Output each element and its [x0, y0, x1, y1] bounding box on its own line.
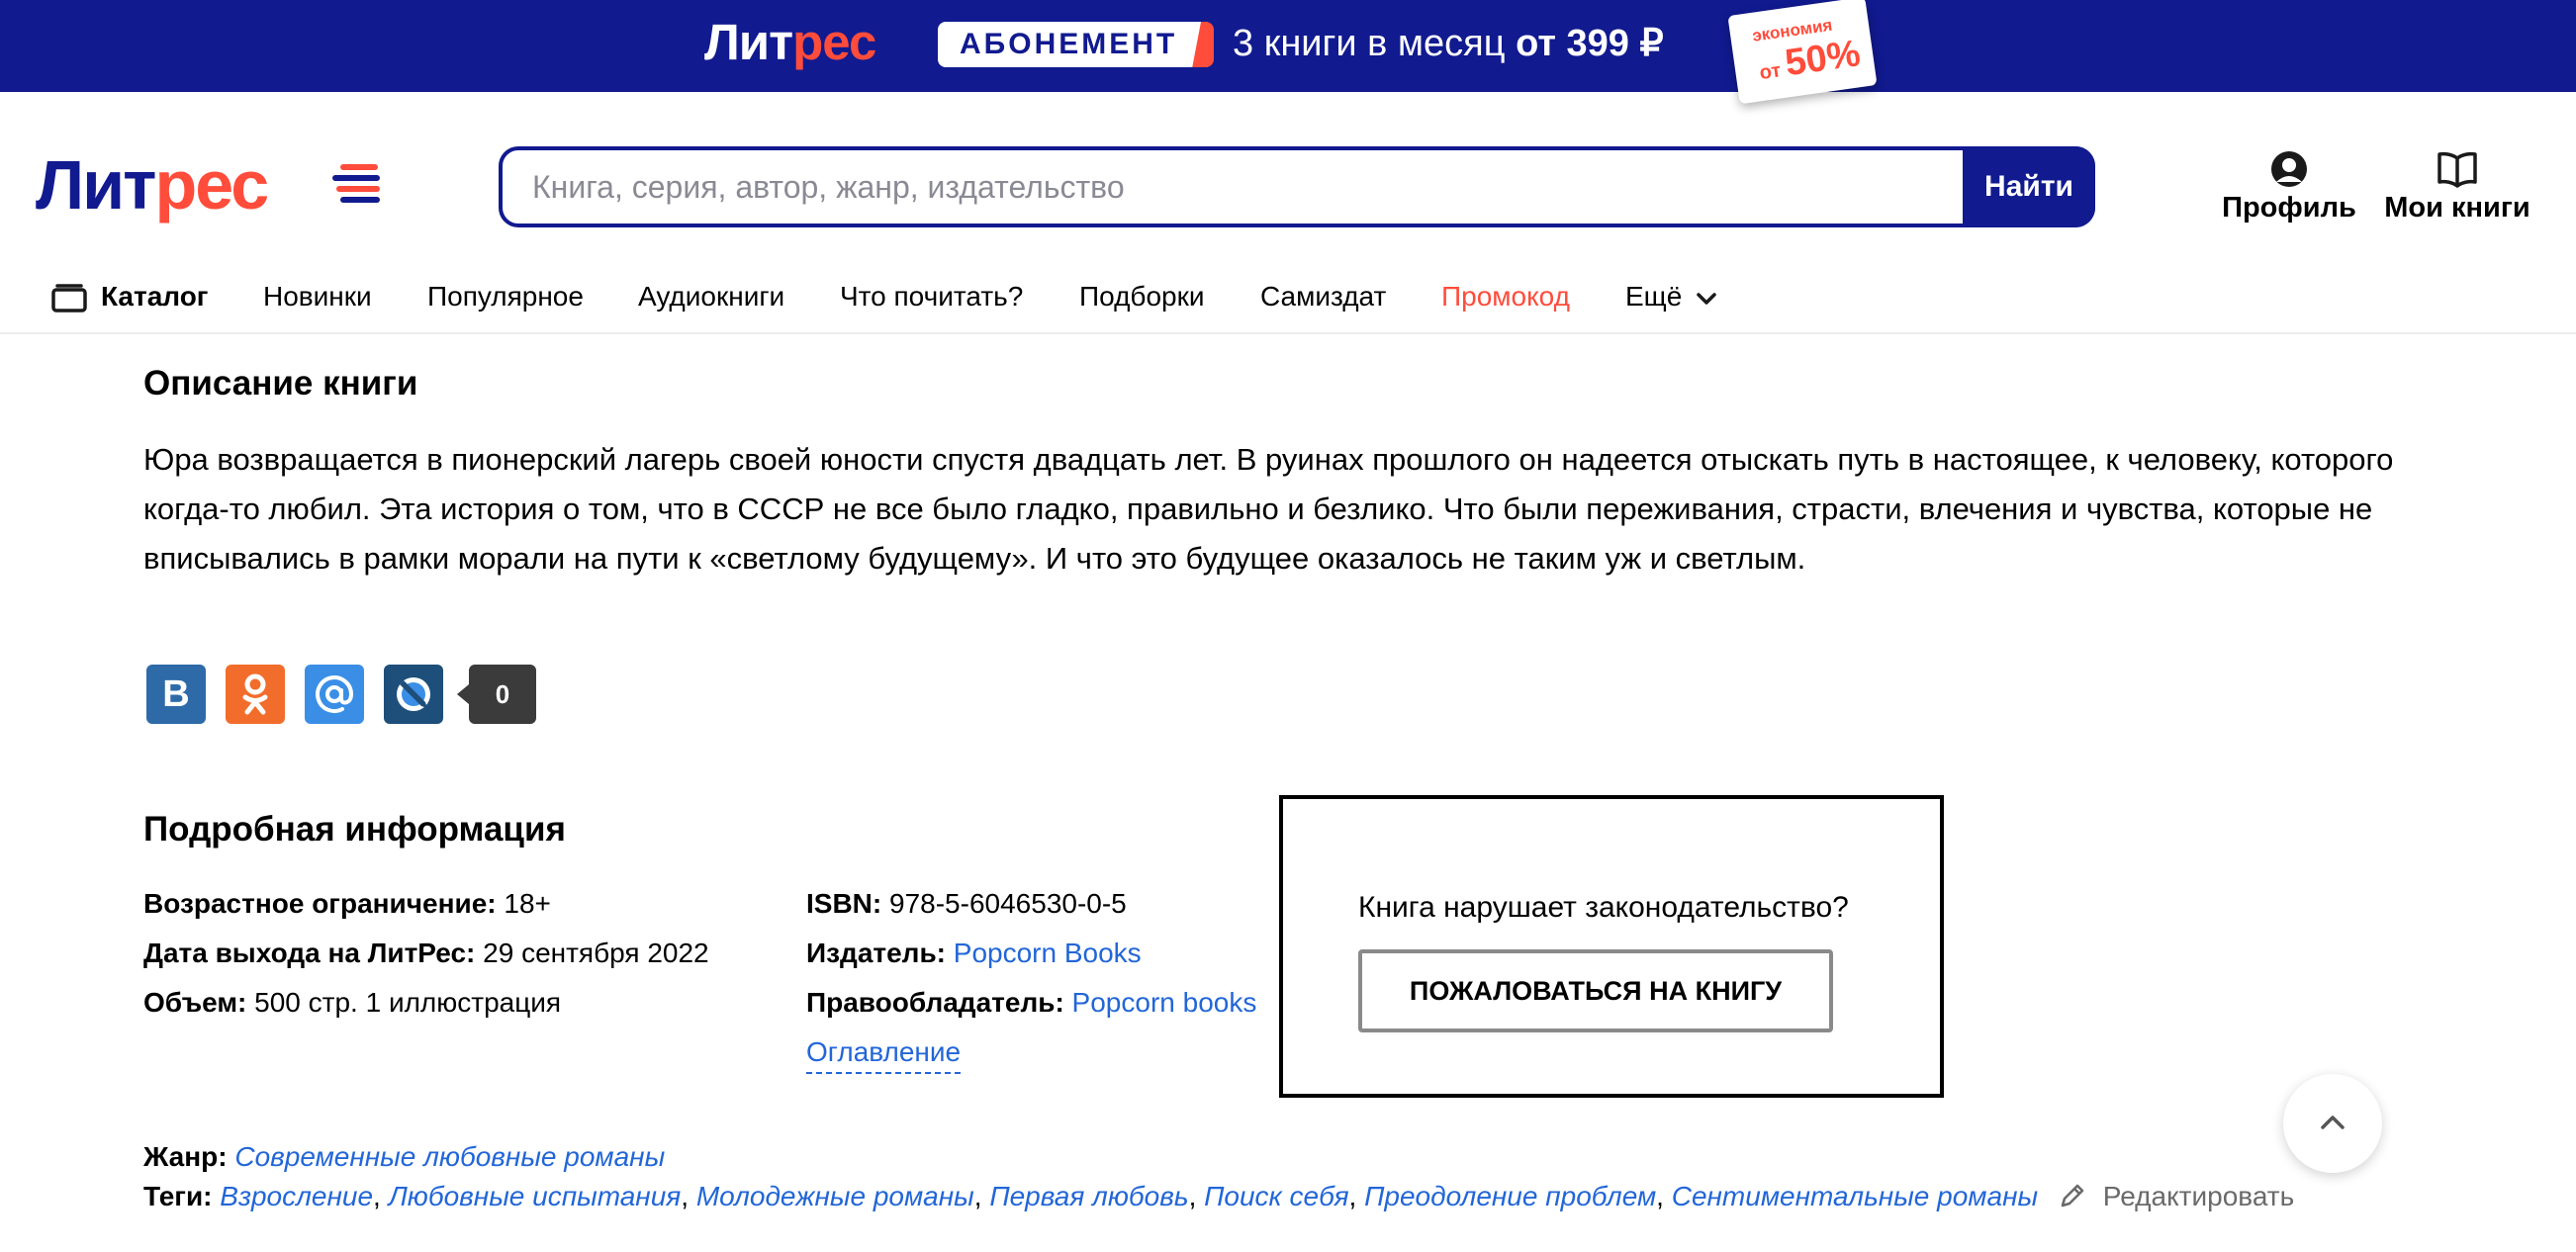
- nav-more-label: Ещё: [1625, 281, 1683, 312]
- edit-tags-label: Редактировать: [2102, 1181, 2295, 1211]
- main-nav: Каталог Новинки Популярное Аудиокниги Чт…: [0, 265, 2576, 334]
- nav-promocode[interactable]: Промокод: [1441, 277, 1570, 316]
- catalog-icon: [51, 284, 87, 313]
- tag-link[interactable]: Преодоление проблем: [1364, 1181, 1656, 1211]
- share-mail-button[interactable]: [305, 665, 364, 724]
- nav-popular[interactable]: Популярное: [427, 277, 584, 316]
- my-books-label: Мои книги: [2384, 192, 2530, 224]
- tag-link[interactable]: Первая любовь: [989, 1181, 1188, 1211]
- tag-link[interactable]: Поиск себя: [1204, 1181, 1348, 1211]
- promo-text: 3 книги в месяц от 399 ₽: [1233, 23, 1664, 64]
- info-volume: Объем: 500 стр. 1 иллюстрация: [143, 987, 562, 1018]
- tag-link[interactable]: Сентиментальные романы: [1672, 1181, 2038, 1211]
- profile-link[interactable]: Профиль: [2212, 150, 2366, 224]
- share-ok-button[interactable]: [226, 665, 285, 724]
- tag-separator: ,: [1656, 1181, 1672, 1211]
- pencil-icon: [2061, 1184, 2084, 1207]
- promo-banner[interactable]: Литрес АБОНЕМЕНТ 3 книги в месяц от 399 …: [0, 0, 2576, 105]
- rightsholder-link[interactable]: Popcorn books: [1072, 987, 1257, 1018]
- description-title: Описание книги: [143, 364, 418, 402]
- profile-label: Профиль: [2222, 192, 2356, 224]
- nav-new[interactable]: Новинки: [263, 277, 372, 316]
- mail-at-icon: [316, 675, 354, 713]
- nav-samizdat[interactable]: Самиздат: [1260, 277, 1386, 316]
- search-button[interactable]: Найти: [1963, 146, 2095, 227]
- nav-catalog-label: Каталог: [101, 281, 209, 312]
- promo-subscription-chip: АБОНЕМЕНТ: [938, 22, 1214, 67]
- genre-link[interactable]: Современные любовные романы: [234, 1141, 665, 1172]
- description-line: когда-то любил. Эта история о том, что в…: [143, 492, 2373, 526]
- tag-separator: ,: [1348, 1181, 1365, 1211]
- report-book-button[interactable]: ПОЖАЛОВАТЬСЯ НА КНИГУ: [1358, 949, 1833, 1032]
- search-input[interactable]: [532, 150, 1957, 224]
- tag-separator: ,: [973, 1181, 990, 1211]
- info-publisher: Издатель: Popcorn Books: [806, 938, 1142, 968]
- tag-separator: ,: [1188, 1181, 1205, 1211]
- odnoklassniki-icon: [242, 673, 268, 715]
- my-books-link[interactable]: Мои книги: [2378, 150, 2536, 224]
- nav-catalog[interactable]: Каталог: [51, 277, 208, 316]
- tag-link[interactable]: Любовные испытания: [389, 1181, 682, 1211]
- edit-tags-button[interactable]: Редактировать: [2058, 1177, 2294, 1216]
- chevron-down-icon: [1697, 292, 1716, 305]
- genre-label: Жанр:: [143, 1141, 228, 1172]
- info-isbn: ISBN: 978-5-6046530-0-5: [806, 888, 1127, 919]
- share-count-badge: 0: [457, 665, 536, 724]
- share-livejournal-button[interactable]: [384, 665, 443, 724]
- table-of-contents-link[interactable]: Оглавление: [806, 1032, 962, 1074]
- nav-audiobooks[interactable]: Аудиокниги: [638, 277, 784, 316]
- description-line: Юра возвращается в пионерский лагерь сво…: [143, 442, 2394, 477]
- tag-link[interactable]: Взросление: [220, 1181, 373, 1211]
- open-book-icon: [2438, 151, 2477, 188]
- promo-logo: Литрес: [704, 14, 876, 70]
- tag-separator: ,: [373, 1181, 389, 1211]
- tags-row: Теги: Взросление, Любовные испытания, Мо…: [143, 1177, 2038, 1216]
- publisher-link[interactable]: Popcorn Books: [954, 938, 1142, 968]
- description-text: Юра возвращается в пионерский лагерь сво…: [143, 435, 2498, 583]
- complaint-question: Книга нарушает законодательство?: [1358, 891, 1849, 924]
- vk-icon: В: [162, 673, 190, 715]
- logo-stripes-icon: [332, 164, 380, 204]
- site-logo[interactable]: Литрес: [36, 143, 269, 226]
- info-age: Возрастное ограничение: 18+: [143, 888, 551, 919]
- search-bar: Найти: [499, 146, 2095, 227]
- tag-separator: ,: [681, 1181, 696, 1211]
- scroll-to-top-button[interactable]: [2283, 1074, 2382, 1173]
- profile-icon: [2271, 151, 2307, 187]
- description-line: вписывались в рамки морали на пути к «св…: [143, 541, 1806, 576]
- nav-more[interactable]: Ещё: [1625, 277, 1717, 316]
- chevron-up-icon: [2321, 1116, 2345, 1129]
- livejournal-icon: [397, 677, 430, 711]
- tag-link[interactable]: Молодежные романы: [696, 1181, 974, 1211]
- info-release-date: Дата выхода на ЛитРес: 29 сентября 2022: [143, 938, 709, 968]
- complaint-box: Книга нарушает законодательство? ПОЖАЛОВ…: [1279, 795, 1944, 1098]
- promo-discount-badge: экономия от 50%: [1727, 0, 1878, 105]
- nav-what-to-read[interactable]: Что почитать?: [840, 277, 1023, 316]
- genre-row: Жанр: Современные любовные романы: [143, 1137, 665, 1177]
- nav-collections[interactable]: Подборки: [1079, 277, 1205, 316]
- tags-label: Теги:: [143, 1181, 213, 1211]
- share-vk-button[interactable]: В: [146, 665, 206, 724]
- info-rightsholder: Правообладатель: Popcorn books: [806, 987, 1257, 1018]
- details-title: Подробная информация: [143, 810, 566, 849]
